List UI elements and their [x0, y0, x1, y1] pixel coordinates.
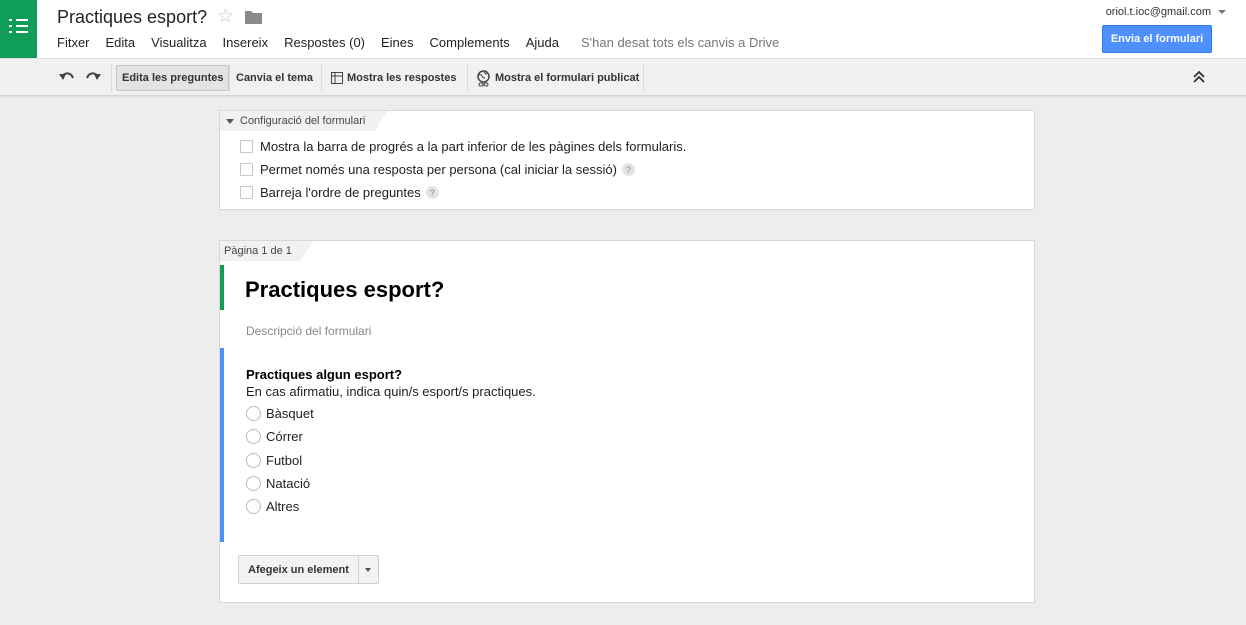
menu-responses[interactable]: Respostes (0) [284, 35, 365, 51]
globe-link-icon [477, 69, 490, 86]
undo-icon[interactable] [58, 68, 76, 86]
option-label: Permet només una resposta per persona (c… [260, 162, 617, 177]
form-title[interactable]: Practiques esport? [245, 277, 444, 303]
send-form-button[interactable]: Envia el formulari [1102, 25, 1212, 53]
radio-button[interactable] [246, 406, 261, 421]
one-response-checkbox[interactable] [240, 163, 253, 176]
form-settings-panel: Configuració del formulari Mostra la bar… [219, 110, 1035, 210]
collapse-up-icon[interactable] [1190, 68, 1208, 86]
view-responses-label: Mostra les respostes [347, 72, 457, 84]
choice-option[interactable]: Bàsquet [246, 406, 314, 421]
menu-bar: Fitxer Edita Visualitza Insereix Respost… [57, 35, 779, 51]
menu-help[interactable]: Ajuda [526, 35, 559, 51]
star-icon[interactable]: ☆ [217, 6, 234, 28]
question-accent-bar [220, 348, 224, 542]
menu-view[interactable]: Visualitza [151, 35, 206, 51]
choice-label: Futbol [266, 453, 303, 468]
radio-button[interactable] [246, 476, 261, 491]
choice-label: Natació [266, 476, 311, 491]
option-progress-bar[interactable]: Mostra la barra de progrés a la part inf… [240, 139, 686, 154]
choice-label: Córrer [266, 429, 303, 444]
view-responses-button[interactable]: Mostra les respostes [325, 65, 462, 91]
menu-tools[interactable]: Eines [381, 35, 414, 51]
triangle-down-icon [226, 118, 234, 124]
redo-icon[interactable] [84, 68, 102, 86]
save-status: S'han desat tots els canvis a Drive [580, 35, 780, 50]
page-indicator: Pàgina 1 de 1 [220, 241, 314, 261]
form-editor-card: Pàgina 1 de 1 Practiques esport? Descrip… [219, 240, 1035, 603]
forms-app-icon[interactable] [0, 0, 37, 58]
option-shuffle[interactable]: Barreja l'ordre de preguntes ? [240, 185, 439, 200]
add-item-button-group: Afegeix un element [238, 555, 379, 584]
folder-icon[interactable] [245, 10, 262, 24]
menu-file[interactable]: Fitxer [57, 35, 90, 51]
option-one-response[interactable]: Permet només una resposta per persona (c… [240, 162, 635, 177]
chevron-down-icon [1218, 10, 1226, 15]
settings-toggle[interactable]: Configuració del formulari [220, 111, 388, 131]
menu-addons[interactable]: Complements [430, 35, 510, 51]
question-title[interactable]: Practiques algun esport? [246, 367, 402, 382]
app-header: Practiques esport? ☆ Fitxer Edita Visual… [0, 0, 1246, 58]
table-icon [331, 72, 343, 84]
choice-label: Bàsquet [266, 406, 314, 421]
account-email: oriol.t.ioc@gmail.com [1105, 6, 1211, 18]
help-icon[interactable]: ? [425, 186, 439, 199]
form-description-field[interactable]: Descripció del formulari [246, 324, 371, 338]
add-item-button[interactable]: Afegeix un element [239, 556, 359, 583]
progress-bar-checkbox[interactable] [240, 140, 253, 153]
view-live-form-label: Mostra el formulari publicat [495, 72, 640, 84]
option-label: Barreja l'ordre de preguntes [260, 185, 421, 200]
option-label: Mostra la barra de progrés a la part inf… [260, 139, 687, 154]
view-live-form-button[interactable]: Mostra el formulari publicat [470, 65, 645, 91]
document-title[interactable]: Practiques esport? [57, 7, 207, 28]
shuffle-checkbox[interactable] [240, 186, 253, 199]
chevron-down-icon [365, 567, 372, 572]
question-help-text[interactable]: En cas afirmatiu, indica quin/s esport/s… [246, 384, 536, 399]
title-accent-bar [220, 265, 224, 310]
choice-label: Altres [266, 499, 300, 514]
menu-edit[interactable]: Edita [106, 35, 136, 51]
toolbar: Edita les preguntes Canvia el tema Mostr… [0, 58, 1246, 96]
radio-button[interactable] [246, 429, 261, 444]
settings-tab-label: Configuració del formulari [240, 115, 366, 127]
choice-option[interactable]: Córrer [246, 429, 303, 444]
choice-option[interactable]: Natació [246, 476, 310, 491]
account-menu[interactable]: oriol.t.ioc@gmail.com [1106, 6, 1226, 18]
add-item-dropdown[interactable] [359, 556, 378, 583]
change-theme-button[interactable]: Canvia el tema [230, 65, 319, 91]
menu-insert[interactable]: Insereix [223, 35, 269, 51]
edit-questions-button[interactable]: Edita les preguntes [116, 65, 230, 91]
help-icon[interactable]: ? [621, 163, 635, 176]
radio-button[interactable] [246, 499, 261, 514]
choice-option[interactable]: Altres [246, 499, 299, 514]
choice-option[interactable]: Futbol [246, 453, 302, 468]
radio-button[interactable] [246, 453, 261, 468]
